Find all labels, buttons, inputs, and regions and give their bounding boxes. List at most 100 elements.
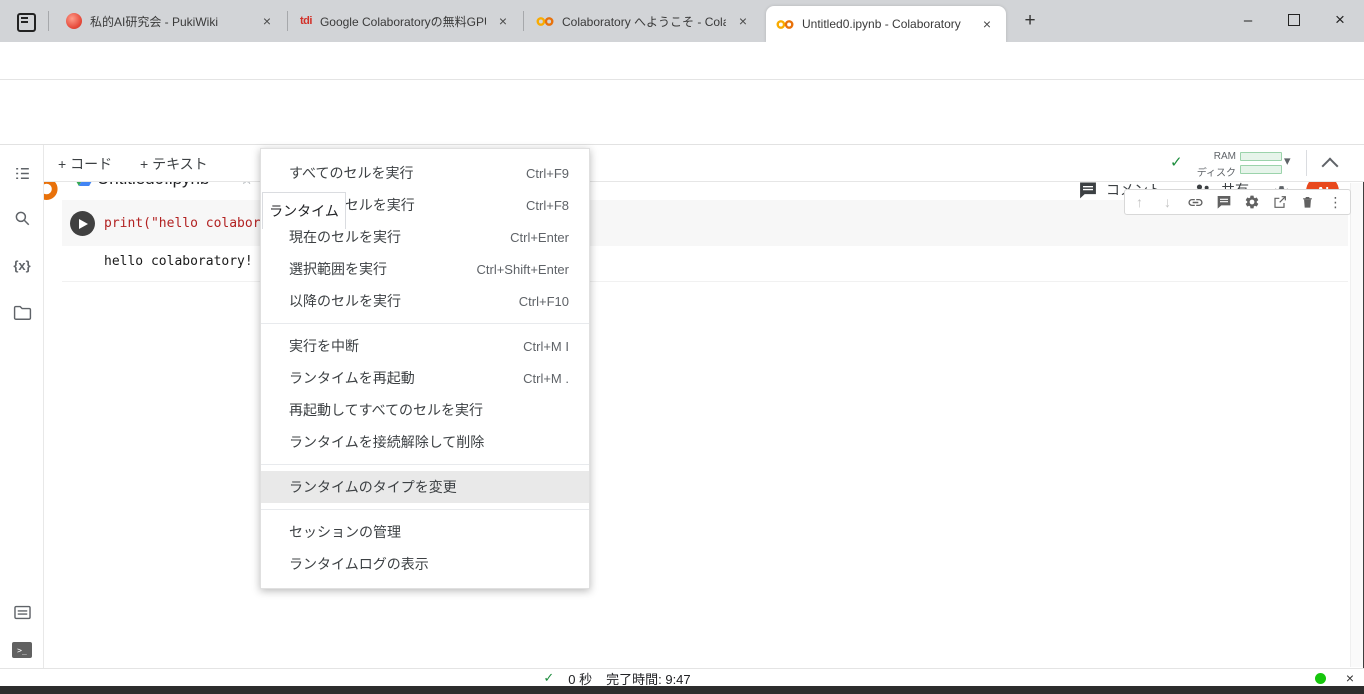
tab-divider [287, 11, 288, 31]
browser-tab-strip: 私的AI研究会 - PukiWiki × tdi Google Colabora… [0, 0, 1364, 42]
menu-item-label: 実行を中断 [289, 336, 359, 356]
execution-duration: 0 秒 [568, 669, 592, 688]
status-bar-close-icon[interactable]: × [1346, 669, 1354, 687]
move-cell-up-icon[interactable]: ↑ [1131, 194, 1148, 211]
menu-item-shortcut: Ctrl+Shift+Enter [477, 262, 570, 277]
cell-output: hello colaboratory! [104, 254, 253, 269]
cell-toolbar: ↑ ↓ ⋮ [1124, 189, 1351, 215]
execution-status: ✓ 0 秒 完了時間: 9:47 [0, 669, 1364, 687]
tab-close-icon[interactable]: × [734, 12, 752, 30]
menu-item-label: 現在のセルを実行 [289, 227, 401, 247]
tab-close-icon[interactable]: × [978, 15, 996, 33]
ram-label: RAM [1190, 151, 1236, 162]
menu-item-shortcut: Ctrl+Enter [510, 230, 569, 245]
connected-check-icon: ✓ [1170, 153, 1183, 171]
play-icon [79, 219, 88, 229]
tab-actions-menu-button[interactable] [13, 9, 39, 35]
open-in-window-icon[interactable] [1271, 194, 1288, 211]
window-minimize-button[interactable]: – [1230, 5, 1266, 35]
menu-item-shortcut: Ctrl+F8 [526, 198, 569, 213]
menu-item-label: ランタイムログの表示 [289, 554, 429, 574]
menu-item-label: ランタイムのタイプを変更 [289, 477, 457, 497]
window-maximize-button[interactable] [1276, 5, 1312, 35]
terminal-prompt-glyph: >_ [12, 642, 32, 658]
table-of-contents-icon[interactable] [0, 158, 44, 188]
delete-cell-trash-icon[interactable] [1299, 194, 1316, 211]
menu-separator [261, 464, 589, 465]
cell-settings-gear-icon[interactable] [1243, 194, 1260, 211]
variables-glyph: {x} [13, 258, 30, 273]
tab-actions-icon [17, 13, 36, 32]
files-folder-icon[interactable] [0, 297, 44, 327]
menu-runtime-open[interactable]: ランタイム [262, 192, 346, 229]
code-line[interactable]: print("hello colaborat [104, 216, 276, 231]
window-bottom-edge [0, 686, 1364, 694]
tab-title: Untitled0.ipynb - Colaboratory [802, 17, 970, 31]
browser-tab-pukiwiki[interactable]: 私的AI研究会 - PukiWiki × [56, 0, 286, 42]
search-icon[interactable] [0, 203, 44, 233]
run-cell-button[interactable] [70, 211, 95, 236]
add-text-button[interactable]: + テキスト [140, 154, 208, 174]
menu-separator [261, 323, 589, 324]
comment-cell-icon[interactable] [1215, 194, 1232, 211]
tab-close-icon[interactable]: × [258, 12, 276, 30]
menu-item-manage-sessions[interactable]: セッションの管理 [261, 516, 589, 548]
notebook-toolbar: + コード + テキスト ✓ RAM ディスク ▾ [44, 145, 1364, 182]
disk-label: ディスク [1190, 164, 1236, 179]
terminal-icon[interactable]: >_ [0, 635, 44, 665]
add-code-button[interactable]: + コード [58, 154, 112, 174]
tdi-favicon: tdi [300, 15, 312, 27]
menu-item-shortcut: Ctrl+F10 [519, 294, 569, 309]
tab-divider [523, 11, 524, 31]
connection-status-dot [1315, 673, 1326, 684]
browser-address-bar: ← https://colab.research.google.com/driv… [0, 42, 1364, 80]
execution-status-bar: ✓ 0 秒 完了時間: 9:47 × [0, 668, 1364, 686]
menu-item-label: 以降のセルを実行 [289, 291, 401, 311]
menu-item-view-runtime-logs[interactable]: ランタイムログの表示 [261, 548, 589, 580]
menu-item-run-selection[interactable]: 選択範囲を実行 Ctrl+Shift+Enter [261, 253, 589, 285]
menu-item-restart-run-all[interactable]: 再起動してすべてのセルを実行 [261, 394, 589, 426]
menu-item-disconnect-delete[interactable]: ランタイムを接続解除して削除 [261, 426, 589, 458]
browser-window: 私的AI研究会 - PukiWiki × tdi Google Colabora… [0, 0, 1364, 694]
status-check-icon: ✓ [543, 670, 554, 686]
tab-title: 私的AI研究会 - PukiWiki [90, 13, 250, 30]
menu-separator [261, 509, 589, 510]
link-cell-icon[interactable] [1187, 194, 1204, 211]
ram-usage-bar[interactable] [1240, 152, 1282, 161]
variables-icon[interactable]: {x} [0, 250, 44, 280]
colab-favicon [776, 19, 794, 30]
toolbar-divider [1306, 150, 1307, 176]
menu-item-label: すべてのセルを実行 [289, 163, 413, 183]
menu-item-restart-runtime[interactable]: ランタイムを再起動 Ctrl+M . [261, 362, 589, 394]
colab-favicon [536, 16, 554, 27]
pukiwiki-favicon [66, 13, 82, 29]
collapse-header-icon[interactable] [1322, 158, 1339, 175]
window-close-button[interactable]: × [1322, 5, 1358, 35]
menu-item-shortcut: Ctrl+M . [523, 371, 569, 386]
tab-close-icon[interactable]: × [494, 12, 512, 30]
new-tab-button[interactable]: + [1016, 8, 1044, 34]
colab-header: Untitled0.ipynb ☆ ファイル 編集 表示 挿入 ランタイム ツー… [0, 80, 1364, 145]
menu-item-run-after[interactable]: 以降のセルを実行 Ctrl+F10 [261, 285, 589, 317]
cell-more-actions-icon[interactable]: ⋮ [1327, 194, 1344, 211]
scrollbar-track[interactable] [1350, 183, 1363, 667]
comment-icon [1078, 180, 1098, 200]
browser-tab-gpu-article[interactable]: tdi Google Colaboratoryの無料GPU × [290, 0, 522, 42]
disk-usage-bar[interactable] [1240, 165, 1282, 174]
menu-item-change-runtime-type[interactable]: ランタイムのタイプを変更 [261, 471, 589, 503]
move-cell-down-icon[interactable]: ↓ [1159, 194, 1176, 211]
browser-tab-active-notebook[interactable]: Untitled0.ipynb - Colaboratory × [766, 6, 1006, 42]
maximize-icon [1288, 14, 1300, 26]
menu-item-shortcut: Ctrl+M I [523, 339, 569, 354]
browser-tab-colab-welcome[interactable]: Colaboratory へようこそ - Colabora × [526, 0, 762, 42]
resources-caret-icon[interactable]: ▾ [1284, 153, 1291, 169]
menu-item-run-all[interactable]: すべてのセルを実行 Ctrl+F9 [261, 157, 589, 189]
menu-item-label: ランタイムを再起動 [289, 368, 415, 388]
menu-item-interrupt[interactable]: 実行を中断 Ctrl+M I [261, 330, 589, 362]
menu-item-label: セッションの管理 [289, 522, 401, 542]
cell-bottom-border [62, 281, 1348, 282]
left-sidebar: {x} >_ [0, 145, 44, 668]
code-snippets-icon[interactable] [0, 597, 44, 627]
completion-time: 完了時間: 9:47 [606, 669, 691, 688]
tab-divider [48, 11, 49, 31]
